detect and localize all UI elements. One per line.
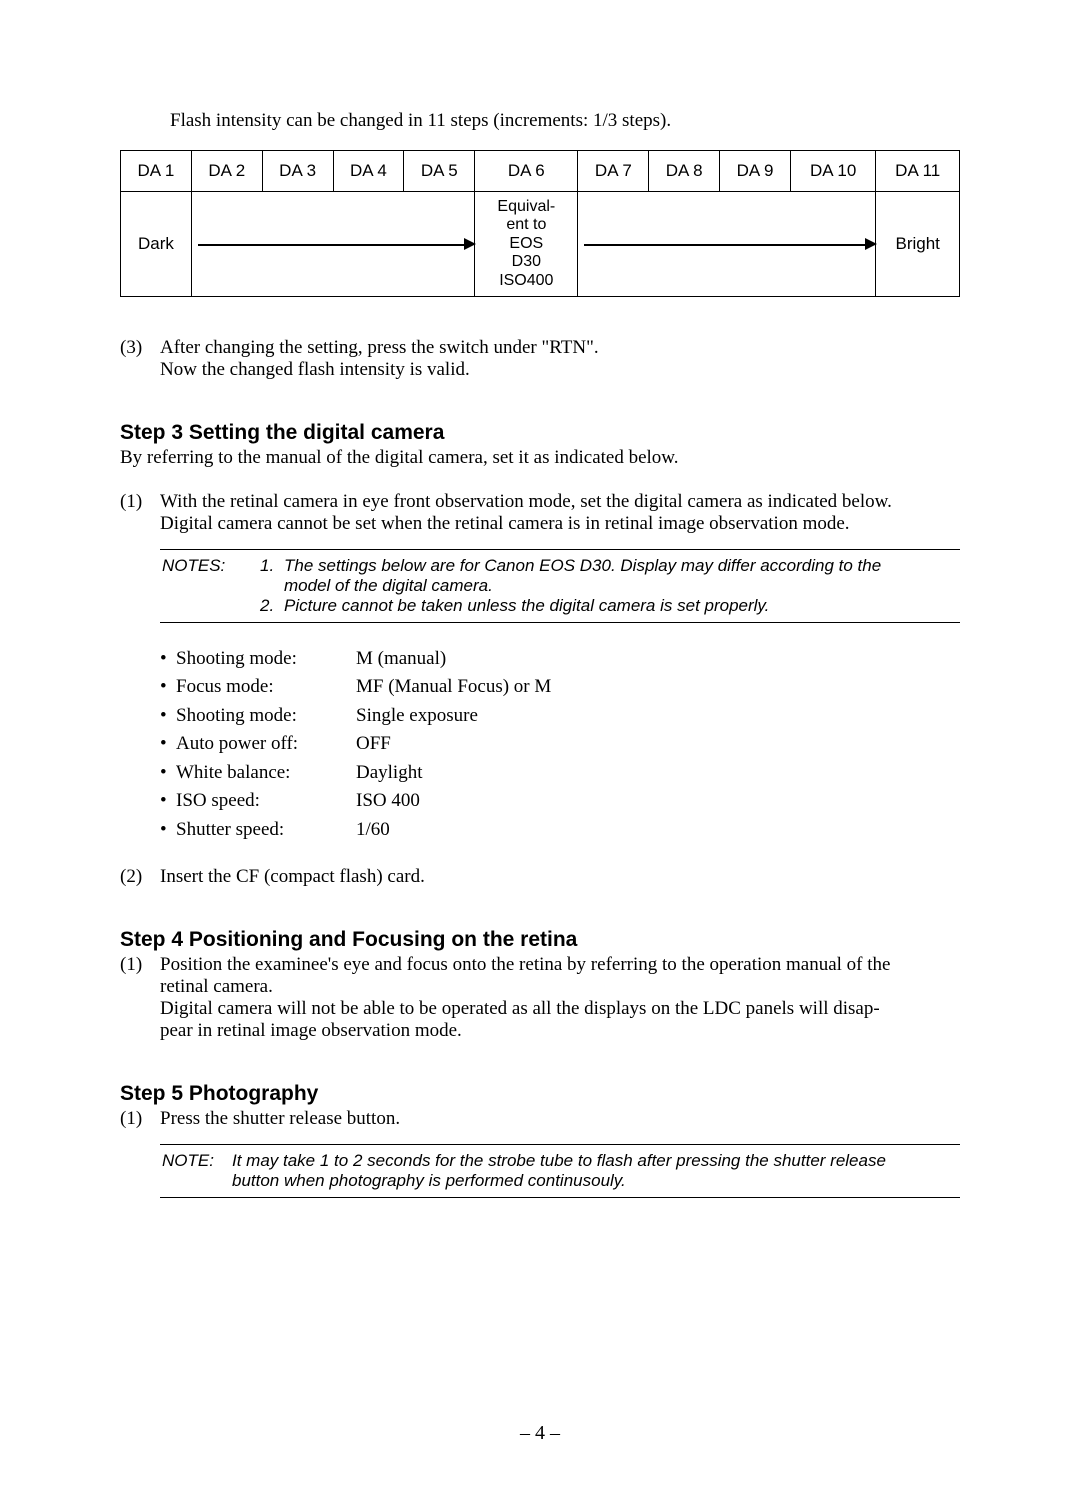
col-da6: DA 6 <box>475 151 578 192</box>
col-da8: DA 8 <box>649 151 720 192</box>
arrow-line-icon <box>584 244 869 246</box>
step3-item-2: (2) Insert the CF (compact flash) card. <box>120 866 960 888</box>
col-da5: DA 5 <box>404 151 475 192</box>
note-number: 1. <box>260 556 284 576</box>
page-number: – 4 – <box>0 1422 1080 1445</box>
cell-arrow-left <box>191 192 474 297</box>
setting-label: White balance: <box>176 759 356 788</box>
setting-value: M (manual) <box>356 645 446 674</box>
notes-label: NOTES: <box>162 556 260 576</box>
col-da9: DA 9 <box>720 151 791 192</box>
table-value-row: Dark Equival- ent to EOS D30 ISO400 Brig… <box>121 192 960 297</box>
step-4-heading: Step 4 Positioning and Focusing on the r… <box>120 928 960 952</box>
setting-value: 1/60 <box>356 816 390 845</box>
note-label: NOTE: <box>162 1151 232 1171</box>
step5-note-box: NOTE: It may take 1 to 2 seconds for the… <box>160 1144 960 1198</box>
manual-page: Flash intensity can be changed in 11 ste… <box>0 0 1080 1485</box>
setting-value: Daylight <box>356 759 423 788</box>
setting-row: •Shutter speed:1/60 <box>160 816 960 845</box>
col-da4: DA 4 <box>333 151 404 192</box>
step4-item-1: (1) Position the examinee's eye and focu… <box>120 954 960 1042</box>
note-text: The settings below are for Canon EOS D30… <box>284 556 958 576</box>
item-number: (1) <box>120 491 160 535</box>
note-text: button when photography is performed con… <box>232 1171 958 1191</box>
setting-value: MF (Manual Focus) or M <box>356 673 551 702</box>
item-number: (1) <box>120 954 160 1042</box>
text-line: After changing the setting, press the sw… <box>160 337 960 359</box>
setting-row: •White balance:Daylight <box>160 759 960 788</box>
flash-intensity-table: DA 1 DA 2 DA 3 DA 4 DA 5 DA 6 DA 7 DA 8 … <box>120 150 960 297</box>
note-text: model of the digital camera. <box>284 576 958 596</box>
arrow-head-icon <box>464 238 476 250</box>
text-line: Digital camera cannot be set when the re… <box>160 513 960 535</box>
setting-label: Shooting mode: <box>176 702 356 731</box>
arrow-head-icon <box>865 238 877 250</box>
text-line: Now the changed flash intensity is valid… <box>160 359 960 381</box>
col-da1: DA 1 <box>121 151 192 192</box>
col-da7: DA 7 <box>578 151 649 192</box>
step3-notes-box: NOTES: 1. The settings below are for Can… <box>160 549 960 623</box>
text-line: Digital camera will not be able to be op… <box>160 998 960 1020</box>
setting-value: Single exposure <box>356 702 478 731</box>
item-number: (2) <box>120 866 160 888</box>
col-da3: DA 3 <box>262 151 333 192</box>
setting-row: •Shooting mode:M (manual) <box>160 645 960 674</box>
setting-value: OFF <box>356 730 391 759</box>
col-da11: DA 11 <box>876 151 960 192</box>
step-5-heading: Step 5 Photography <box>120 1082 960 1106</box>
setting-row: •Auto power off:OFF <box>160 730 960 759</box>
step-3-heading: Step 3 Setting the digital camera <box>120 421 960 445</box>
setting-label: Focus mode: <box>176 673 356 702</box>
cell-arrow-right <box>578 192 876 297</box>
note-text: It may take 1 to 2 seconds for the strob… <box>232 1151 958 1171</box>
camera-settings-list: •Shooting mode:M (manual) •Focus mode:MF… <box>160 645 960 845</box>
setting-row: •Shooting mode:Single exposure <box>160 702 960 731</box>
text-line: With the retinal camera in eye front obs… <box>160 491 960 513</box>
item-number: (3) <box>120 337 160 381</box>
intro-text: Flash intensity can be changed in 11 ste… <box>170 110 960 132</box>
item-number: (1) <box>120 1108 160 1130</box>
note-number: 2. <box>260 596 284 616</box>
setting-row: •ISO speed:ISO 400 <box>160 787 960 816</box>
setting-label: Shutter speed: <box>176 816 356 845</box>
step5-item-1: (1) Press the shutter release button. <box>120 1108 960 1130</box>
step-3-intro: By referring to the manual of the digita… <box>120 447 960 469</box>
text-line: Insert the CF (compact flash) card. <box>160 866 960 888</box>
table-header-row: DA 1 DA 2 DA 3 DA 4 DA 5 DA 6 DA 7 DA 8 … <box>121 151 960 192</box>
text-line: Position the examinee's eye and focus on… <box>160 954 960 976</box>
arrow-line-icon <box>198 244 468 246</box>
setting-value: ISO 400 <box>356 787 420 816</box>
setting-label: Shooting mode: <box>176 645 356 674</box>
setting-row: •Focus mode:MF (Manual Focus) or M <box>160 673 960 702</box>
cell-bright: Bright <box>876 192 960 297</box>
setting-label: Auto power off: <box>176 730 356 759</box>
cell-equivalent: Equival- ent to EOS D30 ISO400 <box>475 192 578 297</box>
equivalent-text: Equival- ent to EOS D30 ISO400 <box>479 198 573 290</box>
cell-dark: Dark <box>121 192 192 297</box>
text-line: Press the shutter release button. <box>160 1108 960 1130</box>
text-line: pear in retinal image observation mode. <box>160 1020 960 1042</box>
setting-label: ISO speed: <box>176 787 356 816</box>
col-da10: DA 10 <box>790 151 875 192</box>
instruction-item-3: (3) After changing the setting, press th… <box>120 337 960 381</box>
note-text: Picture cannot be taken unless the digit… <box>284 596 958 616</box>
step3-item-1: (1) With the retinal camera in eye front… <box>120 491 960 535</box>
text-line: retinal camera. <box>160 976 960 998</box>
col-da2: DA 2 <box>191 151 262 192</box>
